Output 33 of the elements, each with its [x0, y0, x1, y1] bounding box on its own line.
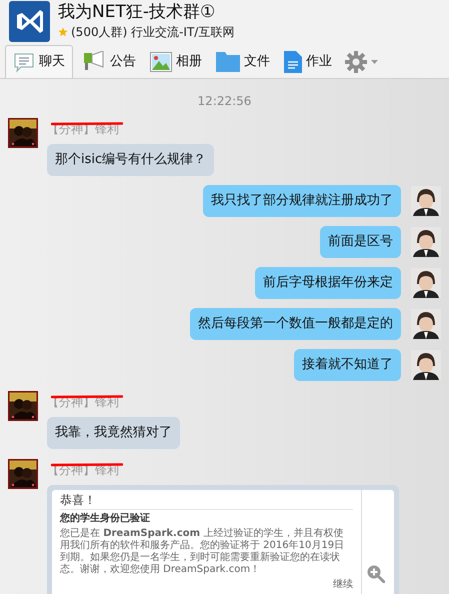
- redaction-mark: [51, 395, 123, 399]
- card-title: 恭喜！: [60, 492, 353, 510]
- message-bubble: 前面是区号: [320, 226, 401, 258]
- continue-link[interactable]: 继续: [333, 579, 353, 591]
- tab[interactable]: 作业: [279, 45, 337, 78]
- timestamp: 12:22:56: [198, 93, 252, 110]
- chat-bubble-icon: [13, 51, 35, 73]
- redaction-mark: [51, 122, 123, 126]
- settings-icon: [345, 50, 367, 72]
- message-bubble: 然后每段第一个数值一般都是定的: [190, 308, 401, 340]
- tab[interactable]: 相册: [145, 45, 207, 78]
- folder-icon: [216, 52, 240, 72]
- redaction-mark: [51, 463, 123, 467]
- image-bubble[interactable]: 恭喜！ 您的学生身份已验证 您已是在 DreamSpark.com 上经过验证的学生，并且有权使用我们所有的软件和服务产品。您的验证将于 2016年10月19日到期。如果您仍是一名学生，到时可能需要重新验证您的在读状态。谢谢，欢迎您使用 DreamSpark.com！ 继续: [47, 485, 399, 594]
- star-icon: [58, 27, 68, 37]
- message-bubble: 接着就不知道了: [294, 349, 401, 381]
- message-bubble: 前后字母根据年份来定: [255, 267, 401, 299]
- zoom-in-icon[interactable]: [367, 565, 385, 583]
- message-bubble: 我只找了部分规律就注册成功了: [203, 185, 401, 217]
- card-heading: 您的学生身份已验证: [60, 513, 151, 525]
- card-text: 您已是在 DreamSpark.com 上经过验证的学生，并且有权使用我们所有的软件和服务产品。您的验证将于 2016年10月19日到期。如果您仍是一名学生，到时可能需要重新验证您的在读状态。谢谢，欢迎您使用 DreamSpark.com！: [60, 528, 346, 576]
- message-bubble: 我靠，我竟然猜对了: [47, 417, 180, 449]
- group-info: (500人群) 行业交流-IT/互联网: [71, 24, 234, 41]
- group-title: 我为NET狂-技术群①: [58, 1, 216, 23]
- logo-icon: [9, 1, 50, 42]
- photo-icon: [150, 52, 172, 72]
- caret-icon: [371, 60, 378, 64]
- tab[interactable]: 公告: [77, 45, 141, 78]
- tab[interactable]: 聊天: [5, 45, 73, 78]
- tab[interactable]: 文件: [211, 45, 275, 78]
- document-icon: [284, 50, 302, 72]
- message-bubble: 那个isic编号有什么规律？: [47, 144, 214, 176]
- megaphone-icon: [82, 50, 106, 72]
